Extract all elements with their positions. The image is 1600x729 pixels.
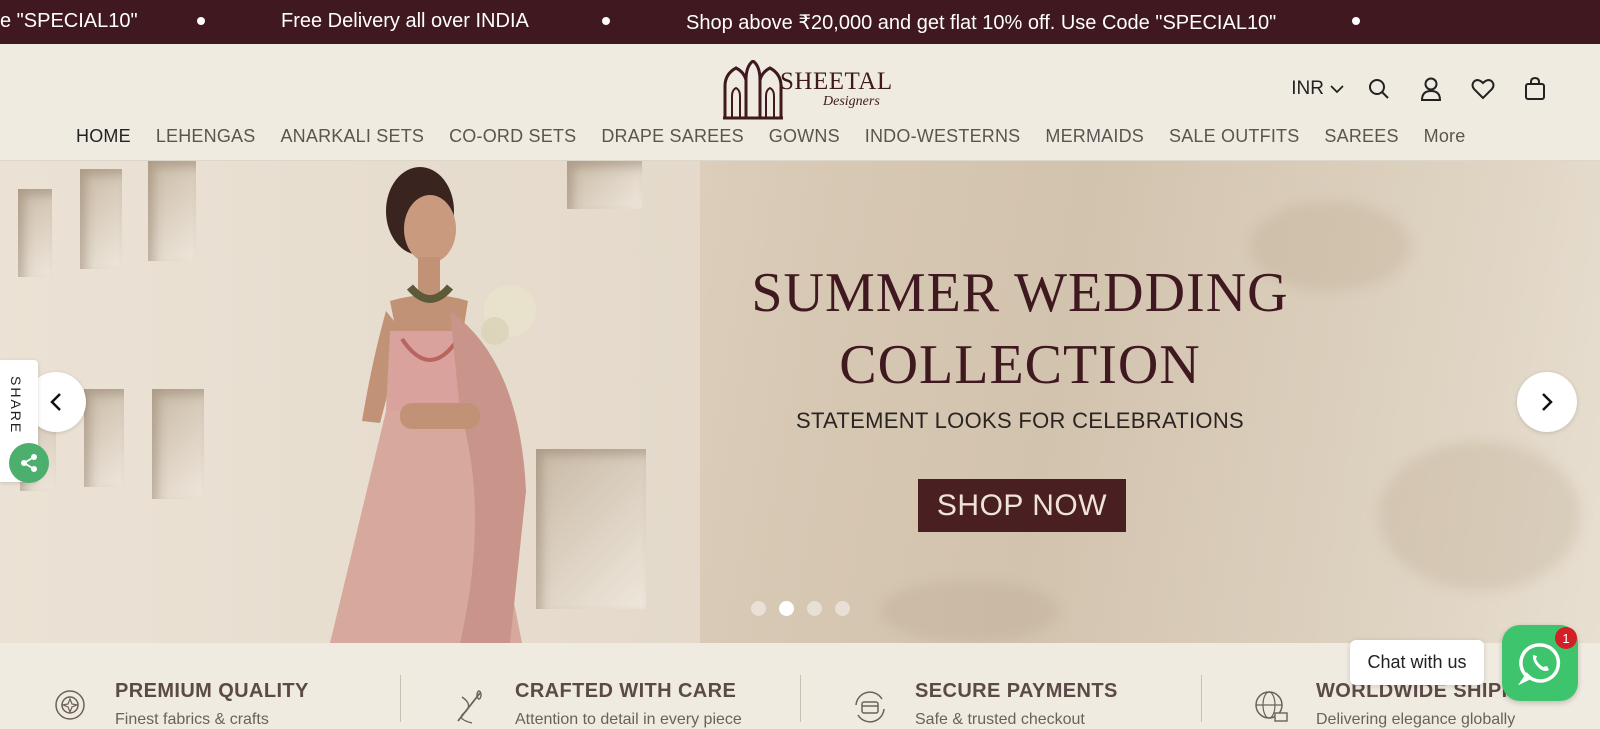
model-figure	[330, 167, 536, 643]
feature-subtitle: Attention to detail in every piece	[515, 711, 742, 728]
cart-icon[interactable]	[1522, 76, 1548, 102]
needle-thread-icon	[457, 690, 482, 724]
announcement-text: Free Delivery all over INDIA	[281, 10, 529, 32]
slider-dots	[751, 601, 863, 616]
logo-brand-text: SHEETAL	[780, 68, 893, 95]
separator-dot	[1352, 17, 1360, 25]
next-slide-button[interactable]	[1517, 372, 1577, 432]
logo-arches-icon	[723, 60, 783, 120]
badge-icon	[55, 690, 85, 720]
header-utilities: INR	[1291, 75, 1548, 103]
hero-title-line1: SUMMER WEDDING	[751, 262, 1289, 324]
wishlist-icon[interactable]	[1470, 76, 1496, 102]
announcement-bar: e "SPECIAL10" Free Delivery all over IND…	[0, 0, 1600, 44]
feature-title: PREMIUM QUALITY	[115, 680, 309, 702]
nav-item-mermaids[interactable]: MERMAIDS	[1045, 126, 1144, 147]
search-icon[interactable]	[1366, 76, 1392, 102]
share-button[interactable]	[9, 443, 49, 483]
nav-item-gowns[interactable]: GOWNS	[769, 126, 840, 147]
nav-item-co-ord-sets[interactable]: CO-ORD SETS	[449, 126, 576, 147]
nav-item-drape-sarees[interactable]: DRAPE SAREES	[601, 126, 743, 147]
wall-niche	[84, 389, 124, 487]
feature-subtitle: Finest fabrics & crafts	[115, 711, 269, 728]
whatsapp-icon	[1518, 643, 1561, 685]
nav-item-anarkali-sets[interactable]: ANARKALI SETS	[280, 126, 424, 147]
nav-item-home[interactable]: HOME	[76, 126, 131, 147]
feature-subtitle: Delivering elegance globally	[1316, 711, 1516, 728]
chevron-right-icon	[1542, 393, 1553, 411]
hero-banner: SUMMER WEDDING COLLECTION STATEMENT LOOK…	[0, 161, 1600, 643]
shop-now-button[interactable]: SHOP NOW	[918, 479, 1126, 532]
currency-selector[interactable]: INR	[1291, 78, 1344, 100]
divider	[800, 675, 801, 722]
notification-badge: 1	[1555, 627, 1577, 649]
divider	[400, 675, 401, 722]
nav-item-lehengas[interactable]: LEHENGAS	[156, 126, 256, 147]
main-navigation: HOME LEHENGAS ANARKALI SETS CO-ORD SETS …	[76, 126, 1490, 147]
wall-niche	[18, 189, 52, 277]
divider	[1201, 675, 1202, 722]
slide-dot[interactable]	[807, 601, 822, 616]
feature-title: SECURE PAYMENTS	[915, 680, 1118, 702]
account-icon[interactable]	[1418, 76, 1444, 102]
wall-niche	[567, 161, 642, 209]
logo[interactable]: SHEETAL Designers	[722, 60, 893, 120]
feature-subtitle: Safe & trusted checkout	[915, 711, 1085, 728]
chat-with-us-bubble[interactable]: Chat with us	[1350, 640, 1484, 685]
wall-niche	[152, 389, 204, 499]
leaf-shadow	[880, 581, 1060, 641]
announcement-text: e "SPECIAL10"	[0, 10, 138, 32]
share-icon	[21, 454, 37, 472]
site-header: SHEETAL Designers INR HOME LEHENGAS ANAR…	[0, 44, 1600, 161]
chevron-down-icon	[1330, 84, 1344, 93]
logo-sub-text: Designers	[823, 94, 880, 109]
slide-dot[interactable]	[751, 601, 766, 616]
share-label: SHARE	[8, 376, 24, 435]
announcement-text: Shop above ₹20,000 and get flat 10% off.…	[686, 12, 1277, 34]
separator-dot	[197, 17, 205, 25]
hero-title: SUMMER WEDDING COLLECTION	[720, 257, 1320, 401]
nav-item-sale-outfits[interactable]: SALE OUTFITS	[1169, 126, 1299, 147]
hero-title-line2: COLLECTION	[839, 334, 1201, 396]
chevron-left-icon	[50, 393, 61, 411]
nav-item-more[interactable]: More	[1424, 126, 1466, 147]
globe-shipping-icon	[1255, 691, 1288, 722]
hero-subtitle: STATEMENT LOOKS FOR CELEBRATIONS	[795, 408, 1245, 433]
slide-dot[interactable]	[835, 601, 850, 616]
wall-niche	[80, 169, 122, 269]
nav-item-indo-westerns[interactable]: INDO-WESTERNS	[865, 126, 1021, 147]
currency-label: INR	[1291, 78, 1324, 99]
nav-item-sarees[interactable]: SAREES	[1324, 126, 1398, 147]
secure-payment-icon	[855, 691, 885, 723]
wall-niche	[148, 161, 196, 261]
feature-title: CRAFTED WITH CARE	[515, 680, 737, 702]
slide-dot-active[interactable]	[779, 601, 794, 616]
leaf-shadow	[1380, 441, 1580, 591]
separator-dot	[602, 17, 610, 25]
